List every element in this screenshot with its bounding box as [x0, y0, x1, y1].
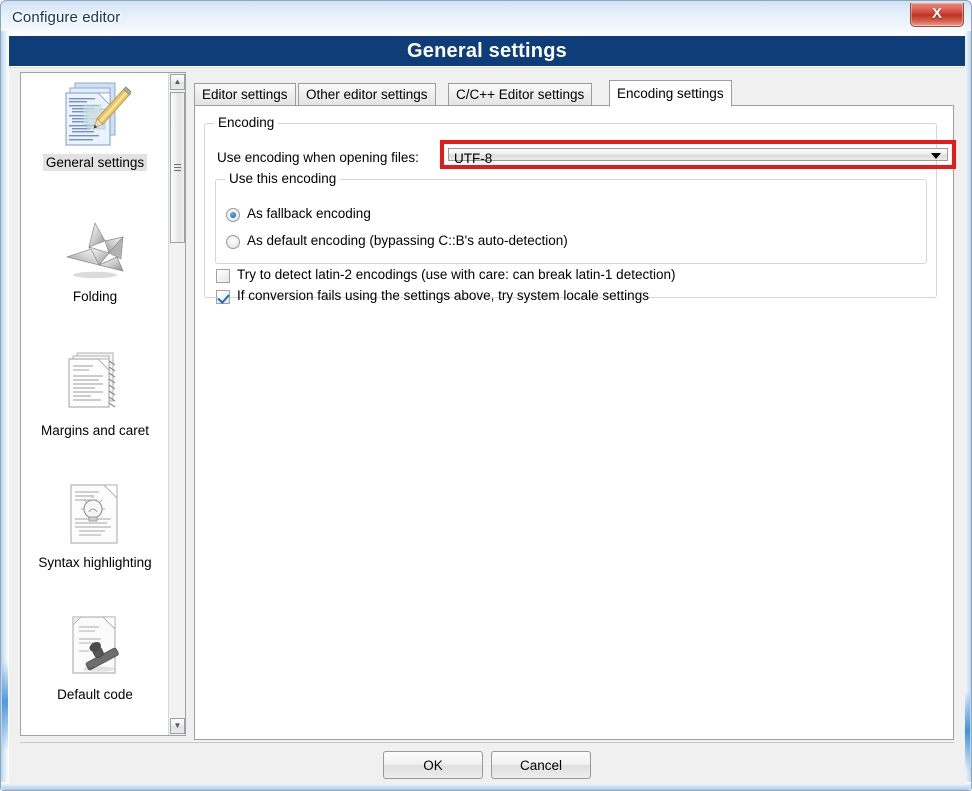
- sidebar-item-label: General settings: [42, 154, 148, 171]
- sidebar-item-general-settings[interactable]: General settings: [21, 79, 169, 172]
- page-with-lightbulb-icon: [59, 479, 131, 551]
- use-this-encoding-groupbox-title: Use this encoding: [225, 171, 341, 186]
- dialog-window: Configure editor X General settings Gene…: [0, 0, 972, 791]
- cancel-button[interactable]: Cancel: [491, 751, 591, 779]
- encoding-combo-label: Use encoding when opening files:: [217, 150, 419, 165]
- title-bar: Configure editor X: [1, 1, 972, 33]
- encoding-groupbox: Encoding Use encoding when opening files…: [204, 115, 956, 304]
- origami-bird-icon: [59, 213, 131, 285]
- sidebar-item-folding[interactable]: Folding: [21, 213, 169, 306]
- scrollbar-up-button[interactable]: ▲: [170, 74, 185, 90]
- radio-indicator-icon: [226, 235, 240, 249]
- sidebar-scrollbar[interactable]: ▲ ▼: [168, 73, 185, 735]
- sidebar-item-label: Syntax highlighting: [38, 555, 152, 570]
- scrollbar-grip-icon: [174, 163, 181, 172]
- window-frame-left-edge: [1, 31, 9, 786]
- scrollbar-down-button[interactable]: ▼: [170, 718, 185, 734]
- checkbox-label: If conversion fails using the settings a…: [237, 288, 649, 303]
- footer-divider: [20, 742, 954, 743]
- sidebar-item-label: Default code: [57, 687, 133, 702]
- window-title: Configure editor: [12, 9, 121, 26]
- close-button[interactable]: X: [910, 3, 964, 27]
- documents-with-pencil-icon: [59, 79, 131, 151]
- encoding-combo-highlight-box: UTF-8: [440, 140, 956, 169]
- close-icon: X: [931, 5, 942, 22]
- sidebar-item-label: Folding: [72, 289, 118, 304]
- encoding-settings-panel: Encoding Use encoding when opening files…: [194, 105, 956, 740]
- settings-category-items: General settings Folding Margins and car…: [21, 73, 169, 735]
- checkbox-indicator-icon: [216, 269, 230, 283]
- encoding-combo-box[interactable]: UTF-8: [448, 148, 948, 166]
- page-title: General settings: [407, 40, 567, 62]
- tab-editor-settings[interactable]: Editor settings: [194, 83, 296, 106]
- settings-tab-control: Editor settings Other editor settings C/…: [194, 80, 956, 740]
- sidebar-item-margins-and-caret[interactable]: Margins and caret: [21, 347, 169, 440]
- scrollbar-thumb[interactable]: [170, 92, 185, 243]
- radio-label: As fallback encoding: [247, 206, 371, 221]
- use-this-encoding-groupbox: Use this encoding As fallback encoding A…: [215, 171, 927, 264]
- radio-label: As default encoding (bypassing C::B's au…: [247, 233, 568, 248]
- chevron-down-icon: ▼: [173, 721, 182, 730]
- sidebar-item-syntax-highlighting[interactable]: Syntax highlighting: [21, 479, 169, 572]
- chevron-down-icon: [931, 152, 941, 159]
- encoding-combo-value: UTF-8: [454, 151, 493, 166]
- page-with-stamp-icon: [59, 611, 131, 683]
- chevron-up-icon: ▲: [173, 77, 182, 86]
- checkbox-indicator-icon: [216, 290, 230, 304]
- tab-c-cpp-editor-settings[interactable]: C/C++ Editor settings: [448, 83, 593, 106]
- tab-strip: Editor settings Other editor settings C/…: [194, 80, 954, 107]
- lined-pages-icon: [59, 347, 131, 419]
- checkbox-label: Try to detect latin-2 encodings (use wit…: [237, 267, 676, 282]
- sidebar-item-label: Margins and caret: [40, 423, 150, 438]
- radio-indicator-icon: [226, 208, 240, 222]
- sidebar-item-default-code[interactable]: Default code: [21, 611, 169, 704]
- page-header-bar: General settings: [9, 36, 965, 66]
- ok-button[interactable]: OK: [383, 751, 483, 779]
- tab-encoding-settings[interactable]: Encoding settings: [609, 80, 732, 107]
- tab-other-editor-settings[interactable]: Other editor settings: [298, 83, 436, 106]
- dialog-client-area: General settings Folding Margins and car…: [9, 67, 965, 785]
- settings-category-list[interactable]: General settings Folding Margins and car…: [20, 72, 186, 736]
- encoding-groupbox-title: Encoding: [214, 115, 279, 130]
- window-frame-left-accent: [2, 661, 8, 751]
